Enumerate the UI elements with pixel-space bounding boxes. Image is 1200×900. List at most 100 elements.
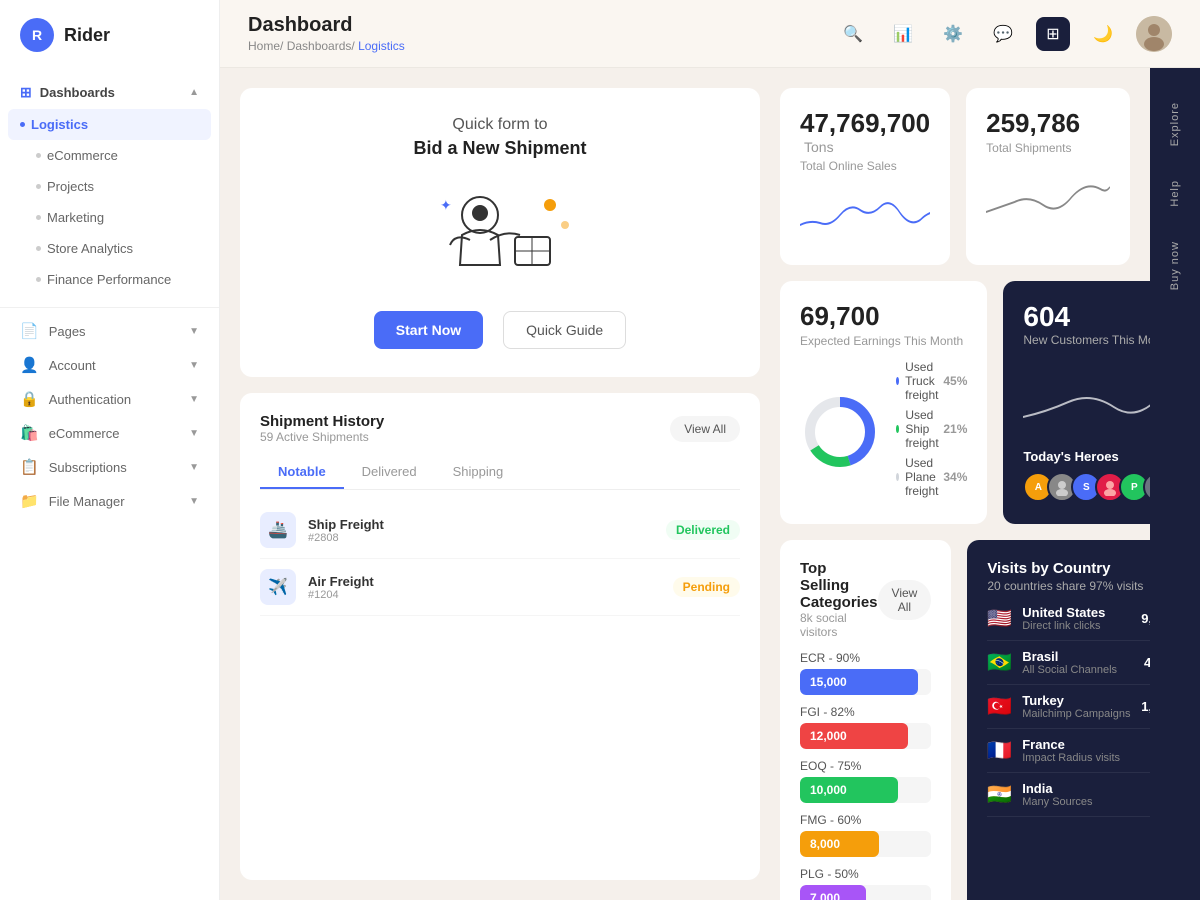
country-info: France Impact Radius visits — [1022, 737, 1142, 764]
header-right: 🔍 📊 ⚙️ 💬 ⊞ 🌙 — [836, 16, 1172, 52]
country-name: Brasil — [1022, 649, 1134, 664]
sidebar-dashboards-toggle[interactable]: ⊞ Dashboards ▲ — [0, 76, 219, 109]
country-row-br: 🇧🇷 Brasil All Social Channels 4,062 -0.4… — [987, 641, 1150, 685]
shipment-header: Shipment History 59 Active Shipments Vie… — [260, 413, 740, 444]
bar-row-plg: PLG - 50% 7,000 — [800, 867, 931, 900]
flag-in: 🇮🇳 — [987, 782, 1012, 807]
buy-now-button[interactable]: Buy now — [1161, 227, 1189, 304]
legend-ship: Used Ship freight 21% — [896, 408, 967, 450]
country-title: Visits by Country — [987, 560, 1143, 577]
quick-guide-button[interactable]: Quick Guide — [503, 311, 626, 349]
country-name: Turkey — [1022, 693, 1131, 708]
sidebar-item-marketing[interactable]: Marketing — [0, 202, 219, 233]
country-value: 9,763 — [1141, 611, 1150, 626]
shipment-row: 🚢 Ship Freight #2808 Delivered — [260, 502, 740, 559]
explore-button[interactable]: Explore — [1161, 88, 1189, 160]
bar-row-fgi: FGI - 82% 12,000 — [800, 705, 931, 749]
dot — [36, 215, 41, 220]
avatars-row: A S P +2 — [1023, 472, 1150, 502]
chevron-down-icon: ▼ — [189, 394, 199, 405]
ship-info: Ship Freight #2808 — [308, 517, 654, 544]
country-source: Mailchimp Campaigns — [1022, 708, 1131, 720]
bar-label: PLG - 50% — [800, 867, 931, 881]
customers-number: 604 — [1023, 301, 1150, 333]
country-source: All Social Channels — [1022, 664, 1134, 676]
header: Dashboard Home/ Dashboards/ Logistics 🔍 … — [220, 0, 1200, 68]
online-sales-label: Total Online Sales — [800, 159, 930, 173]
chart-icon[interactable]: 📊 — [886, 17, 920, 51]
sidebar-item-logistics[interactable]: Logistics — [8, 109, 211, 140]
start-now-button[interactable]: Start Now — [374, 311, 483, 349]
bar-row-fmg: FMG - 60% 8,000 — [800, 813, 931, 857]
sidebar-item-store-analytics[interactable]: Store Analytics — [0, 233, 219, 264]
air-icon: ✈️ — [260, 569, 296, 605]
shipments-chart — [986, 167, 1110, 227]
sidebar-item-files[interactable]: 📁 File Manager ▼ — [0, 484, 219, 518]
tab-delivered[interactable]: Delivered — [344, 456, 435, 489]
chevron-down-icon: ▼ — [189, 462, 199, 473]
bar-label: FGI - 82% — [800, 705, 931, 719]
apps-icon[interactable]: ⊞ — [1036, 17, 1070, 51]
settings-icon[interactable]: ⚙️ — [936, 17, 970, 51]
selling-view-all[interactable]: View All — [878, 580, 932, 620]
help-button[interactable]: Help — [1161, 166, 1189, 221]
selling-header: Top Selling Categories 8k social visitor… — [800, 560, 931, 639]
dot — [36, 246, 41, 251]
content: Quick form to Bid a New Shipment — [220, 68, 1200, 900]
left-panel: Quick form to Bid a New Shipment — [220, 68, 780, 900]
ship-status: Delivered — [666, 520, 740, 540]
shipment-view-all[interactable]: View All — [670, 416, 740, 442]
subscriptions-icon: 📋 — [20, 458, 39, 476]
header-left: Dashboard Home/ Dashboards/ Logistics — [248, 14, 405, 53]
side-panel: Explore Help Buy now — [1150, 68, 1200, 900]
plane-dot — [896, 473, 899, 481]
sidebar-item-auth[interactable]: 🔒 Authentication ▼ — [0, 382, 219, 416]
bar-track: 15,000 — [800, 669, 931, 695]
sidebar-item-ecommerce[interactable]: eCommerce — [0, 140, 219, 171]
bottom-row: Top Selling Categories 8k social visitor… — [780, 540, 1130, 900]
legend-plane: Used Plane freight 34% — [896, 456, 967, 498]
bar-fill: 7,000 — [800, 885, 866, 900]
page-title: Dashboard — [248, 14, 405, 37]
country-row-in: 🇮🇳 India Many Sources 604 -8.3% — [987, 773, 1150, 817]
message-icon[interactable]: 💬 — [986, 17, 1020, 51]
logo: R Rider — [0, 0, 219, 70]
country-source: Direct link clicks — [1022, 620, 1131, 632]
online-sales-unit: Tons — [804, 139, 834, 155]
bar-label: ECR - 90% — [800, 651, 931, 665]
pages-icon: 📄 — [20, 322, 39, 340]
sidebar-item-account[interactable]: 👤 Account ▼ — [0, 348, 219, 382]
theme-toggle[interactable]: 🌙 — [1086, 17, 1120, 51]
customers-label: New Customers This Month — [1023, 333, 1150, 347]
sidebar-item-ecommerce2[interactable]: 🛍️ eCommerce ▼ — [0, 416, 219, 450]
main-area: Dashboard Home/ Dashboards/ Logistics 🔍 … — [220, 0, 1200, 900]
country-info: United States Direct link clicks — [1022, 605, 1131, 632]
earnings-card: 69,700 Expected Earnings This Month — [780, 281, 987, 524]
file-manager-icon: 📁 — [20, 492, 39, 510]
sidebar-item-pages[interactable]: 📄 Pages ▼ — [0, 314, 219, 348]
tab-notable[interactable]: Notable — [260, 456, 344, 489]
flag-fr: 🇫🇷 — [987, 738, 1012, 763]
tab-shipping[interactable]: Shipping — [435, 456, 522, 489]
shipments-number: 259,786 — [986, 108, 1080, 138]
ship-id: #1204 — [308, 589, 661, 601]
ship-icon: 🚢 — [260, 512, 296, 548]
bar-track: 7,000 — [800, 885, 931, 900]
selling-categories-card: Top Selling Categories 8k social visitor… — [780, 540, 951, 900]
heroes-label: Today's Heroes — [1023, 449, 1150, 464]
country-info: Turkey Mailchimp Campaigns — [1022, 693, 1131, 720]
country-subtitle: 20 countries share 97% visits — [987, 579, 1143, 593]
earnings-row: 69,700 Expected Earnings This Month — [780, 281, 1130, 524]
avatar[interactable] — [1136, 16, 1172, 52]
sidebar-item-projects[interactable]: Projects — [0, 171, 219, 202]
shipment-tabs: Notable Delivered Shipping — [260, 456, 740, 490]
search-icon[interactable]: 🔍 — [836, 17, 870, 51]
sidebar-item-finance[interactable]: Finance Performance — [0, 264, 219, 295]
shipment-illustration: ✦ — [420, 175, 580, 295]
logo-icon: R — [20, 18, 54, 52]
chevron-down-icon: ▼ — [189, 496, 199, 507]
bar-row-ecr: ECR - 90% 15,000 — [800, 651, 931, 695]
legend-truck: Used Truck freight 45% — [896, 360, 967, 402]
country-header: Visits by Country 20 countries share 97%… — [987, 560, 1150, 593]
sidebar-item-subscriptions[interactable]: 📋 Subscriptions ▼ — [0, 450, 219, 484]
